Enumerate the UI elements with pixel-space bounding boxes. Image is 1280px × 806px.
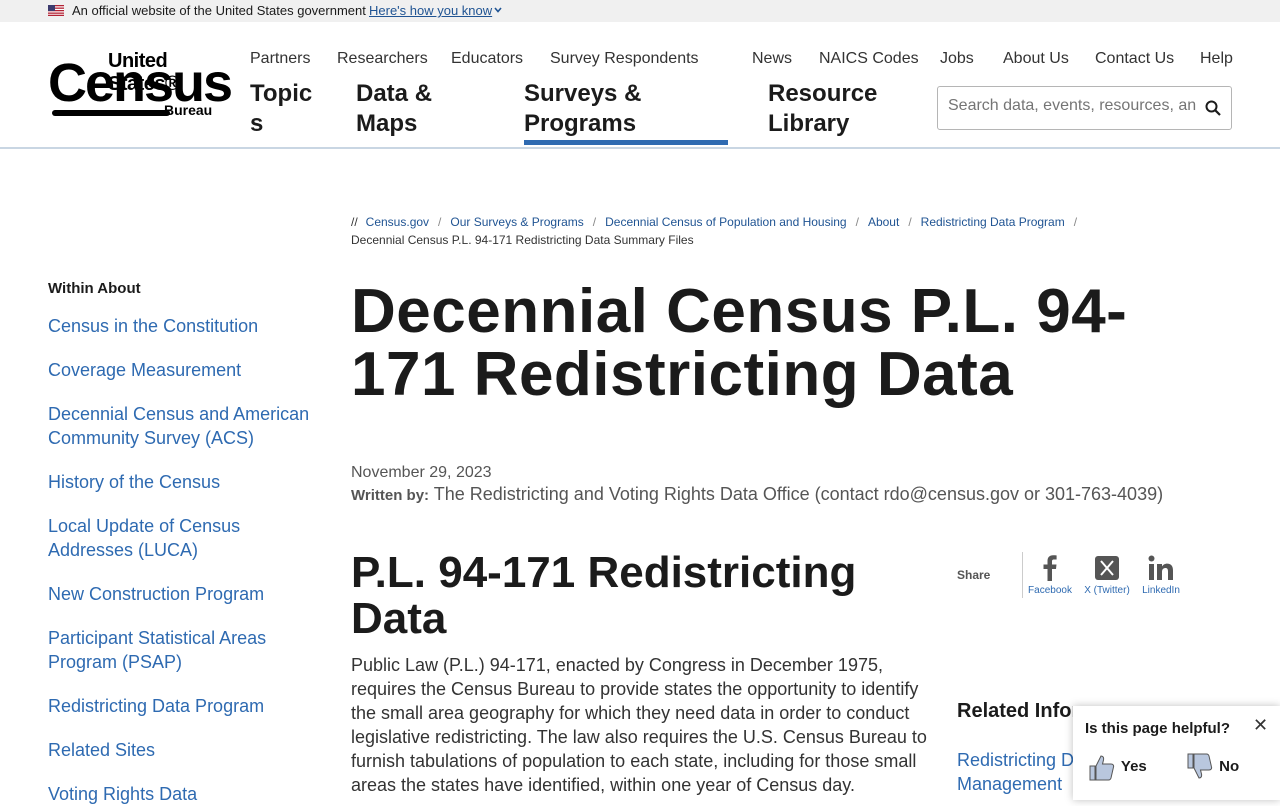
breadcrumb-separator: / [908,215,912,229]
gov-banner-text: An official website of the United States… [72,3,366,18]
us-flag-icon [48,5,64,16]
breadcrumb-about[interactable]: About [868,215,899,229]
publish-date: November 29, 2023 [351,464,492,481]
main-nav-topics-line2: s [250,110,264,137]
main-nav-surveys-line1: Surveys & [524,80,642,107]
share-facebook[interactable]: Facebook [1025,555,1075,596]
feedback-no-label: No [1219,757,1240,775]
twitter-label: X (Twitter) [1084,585,1130,596]
logo-line-3: Bureau [164,102,213,118]
util-nav-survey-respondents[interactable]: Survey Respondents [550,50,699,68]
search-input[interactable] [948,97,1198,115]
sidebar-item-related-sites[interactable]: Related Sites [48,738,318,762]
main-nav-resource-line1: Resource [768,80,878,107]
util-nav-about-us[interactable]: About Us [1003,50,1069,68]
main-nav-data-line1: Data & [356,80,433,107]
sidebar-heading: Within About [48,280,141,297]
sidebar-item-constitution[interactable]: Census in the Constitution [48,314,318,338]
author-text: The Redistricting and Voting Rights Data… [433,484,1164,504]
breadcrumb: //Census.gov / Our Surveys & Programs / Dece… [351,213,1151,249]
chevron-down-icon[interactable] [493,5,503,15]
thumbs-down-icon [1187,753,1213,779]
sidebar-item-psap[interactable]: Participant Statistical Areas Program (P… [48,626,318,674]
search-icon[interactable] [1204,99,1222,117]
feedback-no-button[interactable]: No [1185,752,1239,782]
logo-bar [52,110,170,116]
linkedin-icon [1148,555,1173,580]
census-logo[interactable]: United States® Census Bureau [48,50,233,120]
share-linkedin[interactable]: LinkedIn [1136,555,1186,596]
util-nav-partners[interactable]: Partners [250,50,310,68]
feedback-question: Is this page helpful? [1085,720,1231,737]
page-title: Decennial Census P.L. 94-171 Redistricti… [351,277,1128,409]
sidebar-item-new-construction[interactable]: New Construction Program [48,582,318,606]
main-nav-surveys-line2: Programs [524,110,637,137]
util-nav-jobs[interactable]: Jobs [940,50,974,68]
section-title: P.L. 94-171 Redistricting Data [351,548,857,643]
search-box [937,86,1232,130]
facebook-label: Facebook [1028,585,1072,596]
breadcrumb-separator: / [592,215,597,229]
linkedin-label: LinkedIn [1142,585,1180,596]
related-info-heading: Related Infor [957,700,1080,722]
feedback-widget: Is this page helpful? ✕ Yes No [1073,706,1280,800]
sidebar-item-voting-rights[interactable]: Voting Rights Data [48,782,318,806]
x-twitter-icon [1095,556,1119,580]
feedback-yes-label: Yes [1120,757,1147,775]
breadcrumb-separator: / [438,215,442,229]
sidebar-item-luca[interactable]: Local Update of Census Addresses (LUCA) [48,514,318,562]
active-nav-indicator [524,140,728,145]
breadcrumb-decennial-census[interactable]: Decennial Census of Population and Housi… [605,215,847,229]
util-nav-contact-us[interactable]: Contact Us [1095,50,1174,68]
author-line: Written by: The Redistricting and Voting… [351,484,1163,505]
share-divider [1022,552,1023,598]
feedback-yes-button[interactable]: Yes [1087,752,1147,782]
facebook-icon [1043,555,1057,581]
util-nav-naics[interactable]: NAICS Codes [819,50,919,68]
main-nav-data-line2: Maps [356,110,418,137]
util-nav-help[interactable]: Help [1200,50,1233,68]
util-nav-researchers[interactable]: Researchers [337,50,428,68]
related-info-link[interactable]: Redistricting D Management [957,748,1077,796]
breadcrumb-surveys-programs[interactable]: Our Surveys & Programs [450,215,583,229]
main-nav-topics-line1: Topic [250,80,313,107]
main-nav-surveys-programs[interactable]: Surveys & Programs [524,79,641,139]
sidebar-item-redistricting[interactable]: Redistricting Data Program [48,694,318,718]
sidebar-item-acs[interactable]: Decennial Census and American Community … [48,402,318,450]
breadcrumb-separator: / [1073,215,1078,229]
sidebar-item-history[interactable]: History of the Census [48,470,318,494]
breadcrumb-separator: / [855,215,859,229]
main-nav-resource-line2: Library [768,110,850,137]
breadcrumb-prefix: // [351,215,358,229]
breadcrumb-redistricting[interactable]: Redistricting Data Program [921,215,1065,229]
breadcrumb-census-gov[interactable]: Census.gov [366,215,429,229]
thumbs-up-icon [1089,755,1115,781]
how-you-know-link[interactable]: Here's how you know [369,3,492,18]
body-paragraph: Public Law (P.L.) 94-171, enacted by Con… [351,655,927,795]
main-nav-topics[interactable]: Topic s [250,79,312,139]
main-nav-data-maps[interactable]: Data & Maps [356,79,432,139]
gov-banner: An official website of the United States… [0,0,1280,22]
breadcrumb-current: Decennial Census P.L. 94-171 Redistricti… [351,233,694,247]
close-icon[interactable]: ✕ [1253,715,1268,736]
sidebar-item-coverage[interactable]: Coverage Measurement [48,358,318,382]
util-nav-educators[interactable]: Educators [451,50,523,68]
share-label: Share [957,568,991,582]
util-nav-news[interactable]: News [752,50,792,68]
written-by-label: Written by: [351,487,430,504]
share-twitter[interactable]: X (Twitter) [1081,555,1133,596]
main-nav-resource-library[interactable]: Resource Library [768,79,877,139]
